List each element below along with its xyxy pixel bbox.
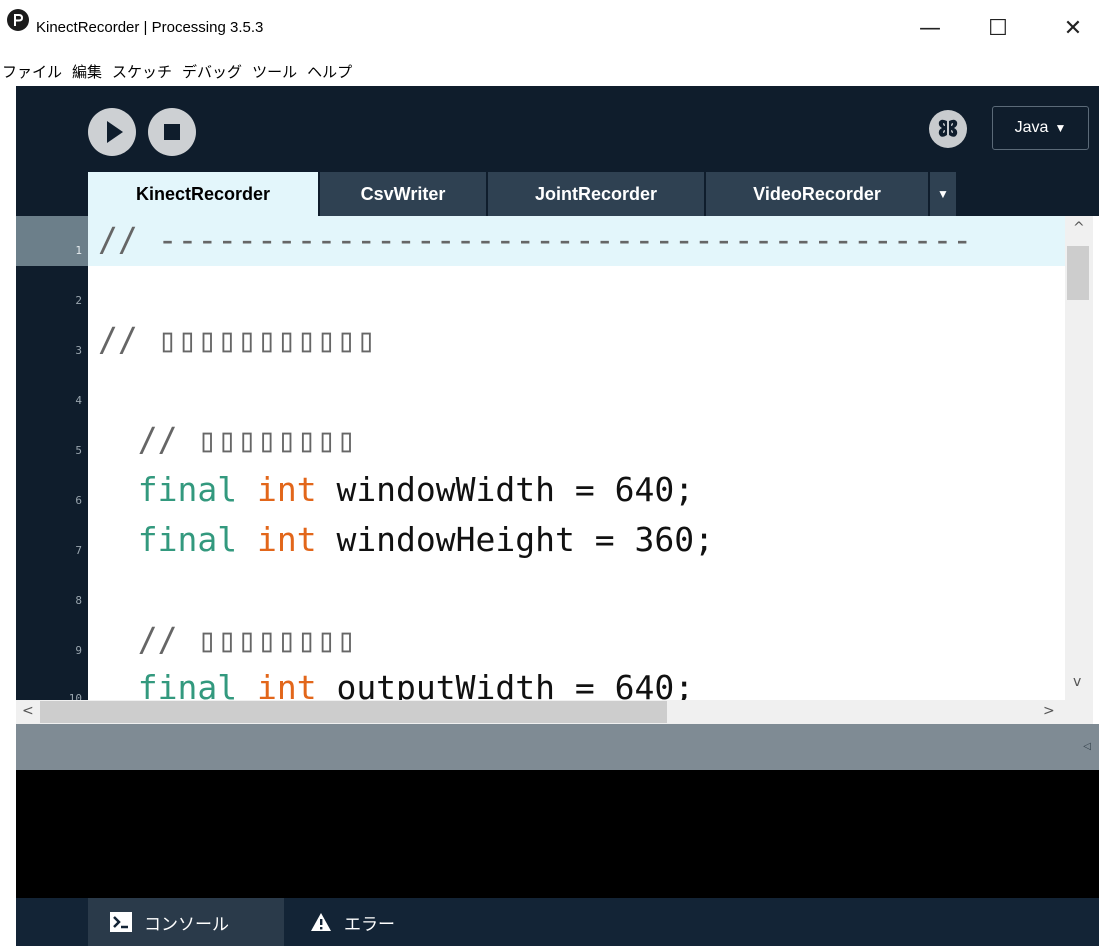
horizontal-scroll-thumb[interactable] bbox=[40, 701, 667, 723]
code-text: outputWidth = 640; bbox=[316, 668, 695, 700]
line-number: 1 bbox=[75, 244, 82, 257]
code-line-10: final int outputWidth = 640; bbox=[98, 668, 694, 700]
scroll-down-icon[interactable]: v bbox=[1073, 674, 1081, 690]
code-keyword: final bbox=[137, 470, 238, 509]
sketch-tabs: KinectRecorder CsvWriter JointRecorder V… bbox=[16, 168, 1099, 216]
menu-tools[interactable]: ツール bbox=[252, 61, 297, 82]
line-number-gutter: 1 2 3 4 5 6 7 8 9 10 bbox=[16, 216, 88, 700]
code-comment: // ▯▯▯▯▯▯▯▯ bbox=[137, 620, 357, 659]
tab-label: CsvWriter bbox=[360, 183, 446, 204]
console-icon bbox=[110, 912, 132, 932]
menu-sketch[interactable]: スケッチ bbox=[112, 61, 172, 82]
line-number: 5 bbox=[75, 444, 82, 457]
code-text: windowHeight = 360; bbox=[316, 520, 714, 559]
line-number: 2 bbox=[75, 294, 82, 307]
tab-videorecorder[interactable]: VideoRecorder bbox=[706, 172, 928, 216]
play-icon bbox=[107, 121, 123, 143]
window-title: KinectRecorder | Processing 3.5.3 bbox=[36, 19, 264, 36]
errors-tab-label: エラー bbox=[344, 914, 395, 935]
maximize-button[interactable]: ☐ bbox=[975, 0, 1021, 56]
tab-csvwriter[interactable]: CsvWriter bbox=[320, 172, 486, 216]
code-line-3: // ▯▯▯▯▯▯▯▯▯▯▯ bbox=[98, 320, 376, 359]
horizontal-scrollbar[interactable]: < > bbox=[16, 700, 1093, 724]
menu-help[interactable]: ヘルプ bbox=[307, 61, 352, 82]
message-bar: ◁ bbox=[16, 724, 1099, 770]
stop-button[interactable] bbox=[148, 108, 196, 156]
code-line-5: // ▯▯▯▯▯▯▯▯ bbox=[98, 420, 357, 459]
mode-selector[interactable]: Java ▼ bbox=[992, 106, 1089, 150]
line-number: 3 bbox=[75, 344, 82, 357]
processing-app-icon bbox=[7, 9, 29, 31]
tabs-menu-button[interactable]: ▼ bbox=[930, 172, 956, 216]
close-icon: ✕ bbox=[1063, 15, 1083, 41]
code-keyword: final bbox=[137, 668, 238, 700]
tab-jointrecorder[interactable]: JointRecorder bbox=[488, 172, 704, 216]
chevron-down-icon: ▼ bbox=[1054, 121, 1067, 135]
line-number: 6 bbox=[75, 494, 82, 507]
console-output[interactable] bbox=[16, 770, 1099, 898]
vertical-scrollbar[interactable]: ^ v bbox=[1065, 216, 1093, 700]
minimize-button[interactable]: — bbox=[907, 0, 953, 56]
line-number: 7 bbox=[75, 544, 82, 557]
code-editor[interactable]: // -------------------------------------… bbox=[88, 216, 1065, 700]
line-number: 4 bbox=[75, 394, 82, 407]
menu-debug[interactable]: デバッグ bbox=[182, 61, 242, 82]
code-type: int bbox=[256, 470, 317, 509]
code-comment: // ▯▯▯▯▯▯▯▯▯▯▯ bbox=[98, 320, 377, 359]
tab-label: VideoRecorder bbox=[753, 183, 881, 204]
line-number: 8 bbox=[75, 594, 82, 607]
menu-file[interactable]: ファイル bbox=[2, 61, 62, 82]
code-comment: // ▯▯▯▯▯▯▯▯ bbox=[137, 420, 357, 459]
debug-butterfly-icon bbox=[938, 119, 958, 137]
footer-tabs: コンソール エラー bbox=[16, 898, 1099, 946]
tab-errors[interactable]: エラー bbox=[288, 898, 448, 946]
code-line-1: // -------------------------------------… bbox=[98, 220, 972, 259]
debug-button[interactable] bbox=[929, 110, 967, 148]
current-line-gutter-highlight bbox=[16, 216, 88, 266]
code-keyword: final bbox=[137, 520, 238, 559]
code-line-7: final int windowHeight = 360; bbox=[98, 520, 714, 559]
scroll-left-icon[interactable]: < bbox=[22, 703, 34, 719]
vertical-scroll-thumb[interactable] bbox=[1067, 246, 1089, 300]
menu-edit[interactable]: 編集 bbox=[72, 61, 102, 82]
window-titlebar: KinectRecorder | Processing 3.5.3 — ☐ ✕ bbox=[0, 0, 1099, 56]
tab-kinectrecorder[interactable]: KinectRecorder bbox=[88, 172, 318, 216]
scroll-up-icon[interactable]: ^ bbox=[1073, 220, 1085, 236]
mode-label: Java bbox=[1014, 119, 1049, 136]
line-number: 9 bbox=[75, 644, 82, 657]
minimize-icon: — bbox=[919, 15, 941, 41]
menu-bar: ファイル 編集 スケッチ デバッグ ツール ヘルプ bbox=[0, 56, 1099, 86]
code-type: int bbox=[256, 520, 317, 559]
collapse-console-icon[interactable]: ◁ bbox=[1083, 741, 1091, 752]
toolbar: Java ▼ bbox=[16, 86, 1099, 168]
tab-label: JointRecorder bbox=[534, 183, 658, 204]
close-button[interactable]: ✕ bbox=[1050, 0, 1096, 56]
tab-console[interactable]: コンソール bbox=[88, 898, 284, 946]
code-text: windowWidth = 640; bbox=[316, 470, 695, 509]
scroll-right-icon[interactable]: > bbox=[1043, 703, 1055, 719]
run-button[interactable] bbox=[88, 108, 136, 156]
line-number: 10 bbox=[68, 692, 82, 700]
chevron-down-icon: ▼ bbox=[937, 187, 949, 201]
scrollbar-corner bbox=[1065, 700, 1093, 724]
code-type: int bbox=[256, 668, 317, 700]
stop-icon bbox=[164, 124, 180, 140]
code-line-6: final int windowWidth = 640; bbox=[98, 470, 694, 509]
maximize-icon: ☐ bbox=[988, 15, 1008, 41]
tab-label: KinectRecorder bbox=[135, 183, 271, 204]
code-comment: // -------------------------------------… bbox=[98, 220, 973, 259]
code-line-9: // ▯▯▯▯▯▯▯▯ bbox=[98, 620, 357, 659]
console-tab-label: コンソール bbox=[144, 914, 229, 935]
warning-icon bbox=[311, 913, 331, 931]
